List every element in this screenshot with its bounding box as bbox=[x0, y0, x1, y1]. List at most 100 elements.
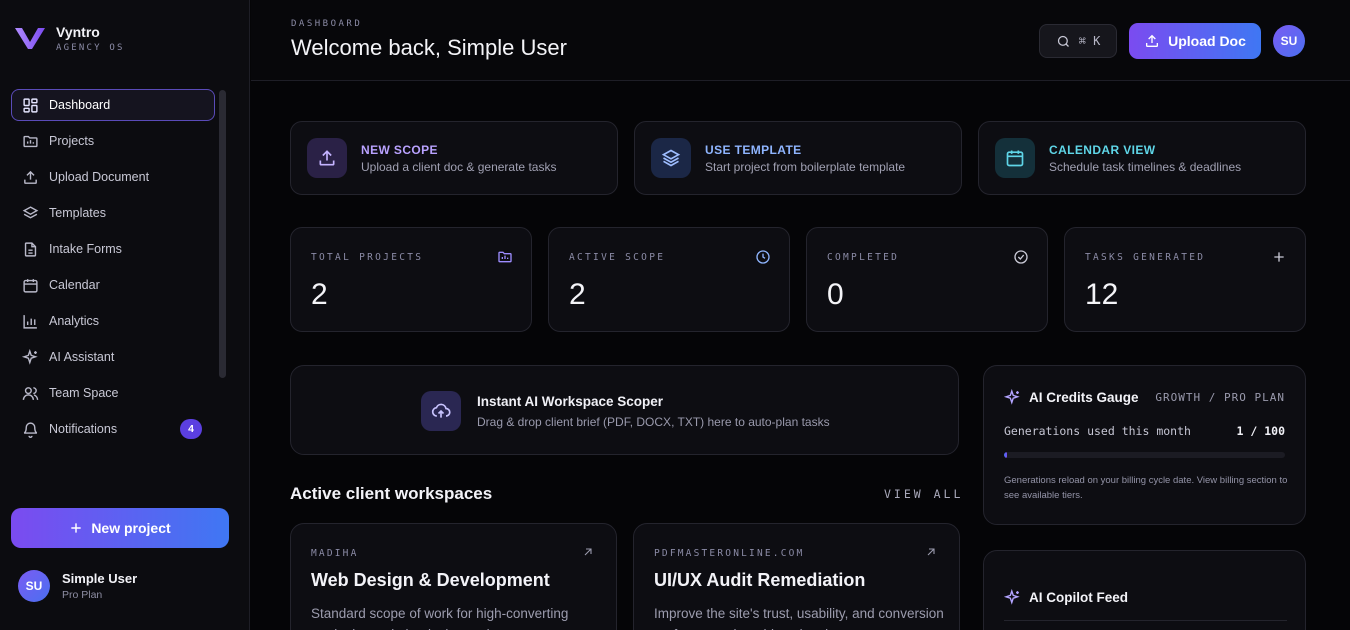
gauge-title: AI Credits Gauge bbox=[1029, 390, 1139, 405]
view-all-link[interactable]: VIEW ALL bbox=[884, 487, 963, 501]
workspace-desc: Improve the site's trust, usability, and… bbox=[654, 606, 944, 630]
upload-icon bbox=[1146, 34, 1159, 47]
stat-value: 2 bbox=[569, 278, 586, 311]
sidebar-item-projects[interactable]: Projects bbox=[11, 125, 215, 157]
sparkle-icon bbox=[1004, 389, 1020, 405]
layers-icon bbox=[661, 149, 681, 167]
usage-label: Generations used this month bbox=[1004, 424, 1191, 438]
upload-icon bbox=[319, 150, 335, 166]
header-avatar[interactable]: SU bbox=[1273, 25, 1305, 57]
workspace-client: MADIHA bbox=[311, 548, 359, 559]
brand-name: Vyntro bbox=[56, 24, 100, 40]
usage-count: 1 / 100 bbox=[1236, 424, 1285, 438]
folder-chart-icon bbox=[498, 251, 512, 263]
gauge-header: AI Credits Gauge bbox=[1004, 389, 1139, 406]
action-icon-wrap bbox=[307, 138, 347, 178]
calendar-icon bbox=[23, 278, 38, 293]
sidebar-item-label: Team Space bbox=[49, 386, 119, 400]
action-icon-wrap bbox=[651, 138, 691, 178]
workspace-desc: Standard scope of work for high-converti… bbox=[311, 606, 569, 630]
sidebar-item-notifications[interactable]: Notifications 4 bbox=[11, 413, 215, 445]
new-scope-card[interactable]: NEW SCOPE Upload a client doc & generate… bbox=[290, 121, 618, 195]
sidebar-item-calendar[interactable]: Calendar bbox=[11, 269, 215, 301]
avatar: SU bbox=[18, 570, 50, 602]
sidebar-item-label: Upload Document bbox=[49, 170, 150, 184]
plan-label: GROWTH / PRO PLAN bbox=[1155, 391, 1285, 404]
sidebar-item-analytics[interactable]: Analytics bbox=[11, 305, 215, 337]
stat-card-total-projects: TOTAL PROJECTS 2 bbox=[290, 227, 532, 332]
action-icon-wrap bbox=[995, 138, 1035, 178]
brand[interactable]: Vyntro AGENCY OS bbox=[14, 24, 125, 53]
shortcut-hint: ⌘ K bbox=[1078, 34, 1101, 48]
file-icon bbox=[24, 241, 37, 257]
ai-scoper-dropzone[interactable]: Instant AI Workspace Scoper Drag & drop … bbox=[290, 365, 959, 455]
cloud-upload-icon bbox=[431, 403, 451, 418]
sidebar-item-templates[interactable]: Templates bbox=[11, 197, 215, 229]
check-circle-icon bbox=[1014, 250, 1028, 264]
action-title: NEW SCOPE bbox=[361, 142, 438, 157]
arrow-up-right-icon bbox=[584, 548, 592, 556]
page-title: Welcome back, Simple User bbox=[291, 35, 567, 60]
brand-subtitle: AGENCY OS bbox=[56, 43, 125, 53]
workspace-card[interactable]: PDFMASTERONLINE.COM UI/UX Audit Remediat… bbox=[633, 523, 960, 630]
usage-progress-track bbox=[1004, 452, 1285, 458]
dropzone-title: Instant AI Workspace Scoper bbox=[477, 394, 664, 409]
workspace-client: PDFMASTERONLINE.COM bbox=[654, 548, 805, 559]
folder-icon bbox=[23, 135, 38, 147]
sidebar-item-team-space[interactable]: Team Space bbox=[11, 377, 215, 409]
stat-value: 0 bbox=[827, 278, 844, 311]
action-desc: Upload a client doc & generate tasks bbox=[361, 159, 557, 174]
workspace-title: UI/UX Audit Remediation bbox=[654, 570, 866, 590]
plus-icon bbox=[1274, 252, 1284, 262]
sidebar-item-ai-assistant[interactable]: AI Assistant bbox=[11, 341, 215, 373]
stat-card-tasks-generated: TASKS GENERATED 12 bbox=[1064, 227, 1306, 332]
new-project-button[interactable]: New project bbox=[11, 508, 229, 548]
action-title: USE TEMPLATE bbox=[705, 142, 802, 157]
stat-label: TOTAL PROJECTS bbox=[311, 252, 424, 263]
usage-progress-fill bbox=[1004, 452, 1008, 458]
sparkle-icon bbox=[1004, 589, 1020, 605]
calendar-icon bbox=[1006, 150, 1024, 167]
search-icon bbox=[1057, 35, 1069, 47]
sidebar-scrollbar[interactable] bbox=[219, 90, 226, 378]
dropzone-icon-wrap bbox=[421, 391, 461, 431]
plus-icon bbox=[71, 523, 81, 533]
ai-copilot-feed: AI Copilot Feed bbox=[983, 550, 1306, 630]
bar-chart-icon bbox=[23, 314, 37, 329]
upload-icon bbox=[24, 170, 37, 184]
users-icon bbox=[22, 386, 39, 400]
workspaces-heading: Active client workspaces bbox=[290, 484, 493, 503]
command-search-button[interactable]: ⌘ K bbox=[1039, 24, 1117, 58]
sidebar-item-label: Intake Forms bbox=[49, 242, 122, 256]
new-project-label: New project bbox=[91, 520, 171, 536]
sidebar-item-label: Dashboard bbox=[49, 98, 111, 112]
clock-icon bbox=[756, 250, 770, 264]
sidebar-item-dashboard[interactable]: Dashboard bbox=[11, 89, 215, 121]
stat-label: TASKS GENERATED bbox=[1085, 252, 1206, 263]
action-desc: Start project from boilerplate template bbox=[705, 159, 906, 174]
stat-card-active-scope: ACTIVE SCOPE 2 bbox=[548, 227, 790, 332]
sidebar-item-upload-document[interactable]: Upload Document bbox=[11, 161, 215, 193]
vyntro-logo-icon bbox=[15, 27, 45, 49]
stat-label: ACTIVE SCOPE bbox=[569, 252, 666, 263]
breadcrumb: DASHBOARD bbox=[291, 19, 363, 29]
layers-icon bbox=[22, 205, 39, 219]
sidebar-item-intake-forms[interactable]: Intake Forms bbox=[11, 233, 215, 265]
user-name: Simple User bbox=[62, 571, 138, 586]
workspace-card[interactable]: MADIHA Web Design & Development Standard… bbox=[290, 523, 617, 630]
copilot-header: AI Copilot Feed bbox=[1004, 589, 1128, 606]
upload-doc-button[interactable]: Upload Doc bbox=[1129, 23, 1261, 59]
top-header: DASHBOARD Welcome back, Simple User ⌘ K … bbox=[251, 0, 1350, 81]
user-plan: Pro Plan bbox=[62, 589, 103, 601]
upload-doc-label: Upload Doc bbox=[1168, 33, 1246, 49]
sidebar: Vyntro AGENCY OS Dashboard Projects Uplo… bbox=[0, 0, 250, 630]
sparkle-icon bbox=[22, 348, 38, 365]
user-profile[interactable]: SU Simple User Pro Plan bbox=[18, 570, 137, 602]
use-template-card[interactable]: USE TEMPLATE Start project from boilerpl… bbox=[634, 121, 962, 195]
calendar-view-card[interactable]: CALENDAR VIEW Schedule task timelines & … bbox=[978, 121, 1306, 195]
divider bbox=[1004, 620, 1287, 621]
arrow-up-right-icon bbox=[927, 548, 935, 556]
stat-value: 2 bbox=[311, 278, 328, 311]
sidebar-item-label: Notifications bbox=[49, 422, 118, 436]
action-desc: Schedule task timelines & deadlines bbox=[1049, 159, 1242, 174]
